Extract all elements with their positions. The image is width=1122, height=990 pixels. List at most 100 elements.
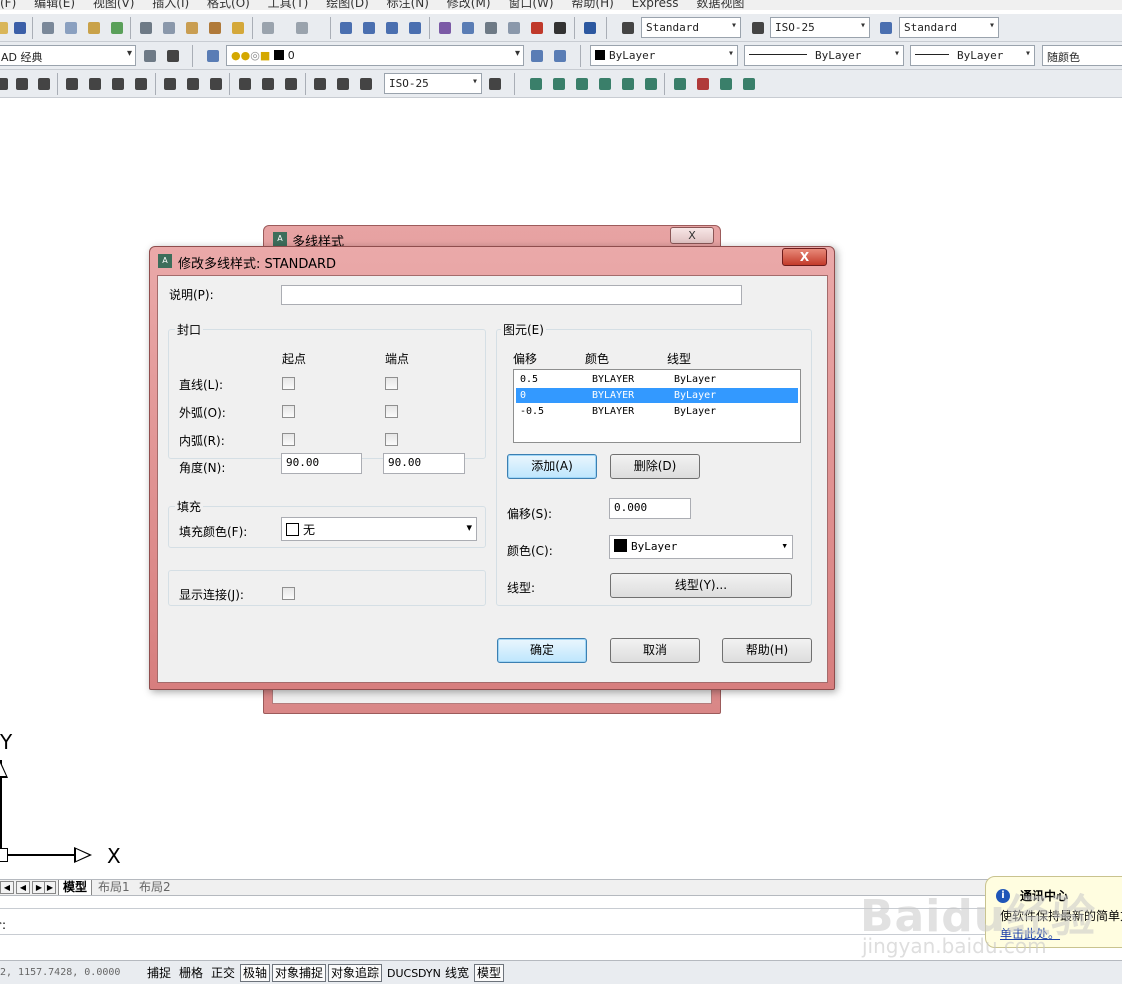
undo-icon[interactable] bbox=[258, 18, 278, 38]
menu-insert[interactable]: 插入(I) bbox=[152, 0, 189, 10]
dim-arc-icon[interactable] bbox=[12, 74, 32, 94]
match-properties-icon[interactable] bbox=[205, 18, 225, 38]
save-icon[interactable] bbox=[10, 18, 30, 38]
sheet-set-icon[interactable] bbox=[504, 18, 524, 38]
make-layer-current-icon[interactable] bbox=[527, 46, 547, 66]
angle-end-input[interactable]: 90.00 bbox=[383, 453, 465, 474]
last-tab-icon[interactable]: ▶ bbox=[44, 881, 56, 894]
inner-arc-end-checkbox[interactable] bbox=[385, 433, 398, 446]
model-toggle[interactable]: 模型 bbox=[474, 964, 505, 982]
dim-style-icon[interactable] bbox=[748, 18, 768, 38]
ok-button[interactable]: 确定 bbox=[497, 638, 587, 663]
menu-view[interactable]: 视图(V) bbox=[93, 0, 135, 10]
copy-icon[interactable] bbox=[159, 18, 179, 38]
angle-start-input[interactable]: 90.00 bbox=[281, 453, 362, 474]
layer-tool-3-icon[interactable] bbox=[572, 74, 592, 94]
layer-previous-icon[interactable] bbox=[550, 46, 570, 66]
layer-tool-8-icon[interactable] bbox=[693, 74, 713, 94]
menu-data-view[interactable]: 数据视图 bbox=[696, 0, 744, 10]
print-icon[interactable] bbox=[38, 18, 58, 38]
menu-modify[interactable]: 修改(M) bbox=[447, 0, 491, 10]
menu-dimension[interactable]: 标注(N) bbox=[387, 0, 429, 10]
zoom-realtime-icon[interactable] bbox=[359, 18, 379, 38]
cancel-button[interactable]: 取消 bbox=[610, 638, 700, 663]
outer-arc-start-checkbox[interactable] bbox=[282, 405, 295, 418]
redo-icon[interactable] bbox=[292, 18, 312, 38]
delete-button[interactable]: 删除(D) bbox=[610, 454, 700, 479]
dim-ordinate-icon[interactable] bbox=[34, 74, 54, 94]
inner-arc-start-checkbox[interactable] bbox=[282, 433, 295, 446]
color-select[interactable]: ByLayer bbox=[609, 535, 793, 559]
quick-leader-icon[interactable] bbox=[235, 74, 255, 94]
layer-tool-5-icon[interactable] bbox=[618, 74, 638, 94]
dim-style-select-2[interactable]: ISO-25 bbox=[384, 73, 482, 94]
menu-tools[interactable]: 工具(T) bbox=[268, 0, 309, 10]
layer-manager-icon[interactable] bbox=[203, 46, 223, 66]
table-style-select[interactable]: Standard bbox=[899, 17, 999, 38]
show-joints-checkbox[interactable] bbox=[282, 587, 295, 600]
menu-window[interactable]: 窗口(W) bbox=[508, 0, 553, 10]
dim-text-edit-icon[interactable] bbox=[333, 74, 353, 94]
layer-tool-10-icon[interactable] bbox=[739, 74, 759, 94]
dim-jogged-icon[interactable] bbox=[85, 74, 105, 94]
dim-edit-icon[interactable] bbox=[310, 74, 330, 94]
close-button[interactable]: X bbox=[782, 248, 827, 266]
center-mark-icon[interactable] bbox=[281, 74, 301, 94]
fill-color-select[interactable]: 无 bbox=[281, 517, 477, 541]
text-style-icon[interactable] bbox=[618, 18, 638, 38]
table-style-icon[interactable] bbox=[876, 18, 896, 38]
first-tab-icon[interactable]: ◀ bbox=[0, 881, 14, 894]
menu-edit[interactable]: 编辑(E) bbox=[34, 0, 75, 10]
linetype-select[interactable]: ByLayer bbox=[744, 45, 904, 66]
help-icon[interactable] bbox=[580, 18, 600, 38]
menu-file[interactable]: (F) bbox=[0, 0, 16, 10]
text-style-select[interactable]: Standard bbox=[641, 17, 741, 38]
linetype-button[interactable]: 线型(Y)... bbox=[610, 573, 792, 598]
dim-style-manager-icon[interactable] bbox=[485, 74, 505, 94]
dim-diameter-icon[interactable] bbox=[108, 74, 128, 94]
color-select[interactable]: ByLayer bbox=[590, 45, 738, 66]
workspace-save-icon[interactable] bbox=[163, 46, 183, 66]
markup-icon[interactable] bbox=[527, 18, 547, 38]
quick-dim-icon[interactable] bbox=[160, 74, 180, 94]
tab-model[interactable]: 模型 bbox=[58, 880, 93, 896]
workspace-settings-icon[interactable] bbox=[140, 46, 160, 66]
prev-tab-icon[interactable]: ◀ bbox=[16, 881, 30, 894]
menu-draw[interactable]: 绘图(D) bbox=[326, 0, 369, 10]
line-start-checkbox[interactable] bbox=[282, 377, 295, 390]
cut-icon[interactable] bbox=[136, 18, 156, 38]
3d-dwf-icon[interactable] bbox=[107, 18, 127, 38]
lineweight-toggle[interactable]: 线宽 bbox=[442, 964, 472, 982]
calculator-icon[interactable] bbox=[550, 18, 570, 38]
help-button[interactable]: 帮助(H) bbox=[722, 638, 812, 663]
layer-tool-6-icon[interactable] bbox=[641, 74, 661, 94]
tolerance-icon[interactable] bbox=[258, 74, 278, 94]
workspace-select[interactable]: AD 经典 bbox=[0, 45, 136, 66]
dim-ordinate-icon[interactable] bbox=[0, 74, 12, 94]
grid-toggle[interactable]: 栅格 bbox=[176, 964, 206, 982]
close-button[interactable]: X bbox=[670, 227, 714, 244]
layer-tool-1-icon[interactable] bbox=[526, 74, 546, 94]
menu-format[interactable]: 格式(O) bbox=[207, 0, 250, 10]
zoom-window-icon[interactable] bbox=[382, 18, 402, 38]
command-prompt[interactable]: 令: bbox=[0, 916, 6, 933]
zoom-previous-icon[interactable] bbox=[405, 18, 425, 38]
add-button[interactable]: 添加(A) bbox=[507, 454, 597, 479]
design-center-icon[interactable] bbox=[458, 18, 478, 38]
list-item[interactable]: -0.5 BYLAYER ByLayer bbox=[516, 404, 798, 419]
menu-express[interactable]: Express bbox=[632, 0, 679, 10]
lineweight-select[interactable]: ByLayer bbox=[910, 45, 1035, 66]
layer-tool-7-icon[interactable] bbox=[670, 74, 690, 94]
layer-tool-2-icon[interactable] bbox=[549, 74, 569, 94]
osnap-toggle[interactable]: 对象捕捉 bbox=[272, 964, 327, 982]
line-end-checkbox[interactable] bbox=[385, 377, 398, 390]
ortho-toggle[interactable]: 正交 bbox=[208, 964, 238, 982]
pan-icon[interactable] bbox=[336, 18, 356, 38]
properties-icon[interactable] bbox=[435, 18, 455, 38]
layer-tool-4-icon[interactable] bbox=[595, 74, 615, 94]
paste-icon[interactable] bbox=[182, 18, 202, 38]
print-preview-icon[interactable] bbox=[61, 18, 81, 38]
dim-baseline-icon[interactable] bbox=[183, 74, 203, 94]
dim-update-icon[interactable] bbox=[356, 74, 376, 94]
description-input[interactable] bbox=[281, 285, 742, 305]
